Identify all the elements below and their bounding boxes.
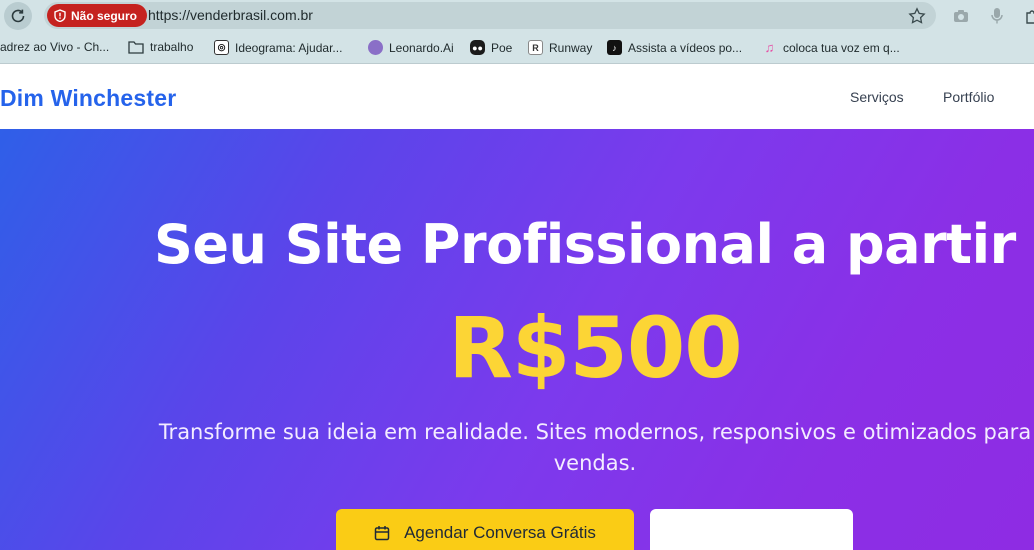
hero-title: Seu Site Profissional a partir de — [154, 213, 1034, 276]
bookmark-item[interactable]: ♪ Assista a vídeos po... — [607, 40, 742, 55]
poe-icon: ●● — [470, 40, 485, 55]
reload-button[interactable] — [4, 2, 32, 30]
nav-link-servicos[interactable]: Serviços — [850, 89, 904, 105]
bookmark-star-button[interactable] — [906, 5, 928, 27]
bookmark-label: Poe — [491, 40, 513, 55]
warning-shield-icon — [54, 9, 66, 22]
bookmarks-bar: Xadrez ao Vivo - Ch... trabalho ◎ Ideogr… — [0, 32, 1034, 64]
tiktok-icon: ♪ — [607, 40, 622, 55]
bookmark-label: coloca tua voz em q... — [783, 40, 900, 55]
url-text[interactable]: https://venderbrasil.com.br — [148, 7, 313, 23]
runway-icon: R — [528, 40, 543, 55]
schedule-call-button[interactable]: Agendar Conversa Grátis — [336, 509, 634, 550]
leonardo-icon — [368, 40, 383, 55]
bookmark-label: Assista a vídeos po... — [628, 40, 743, 55]
address-bar[interactable]: Não seguro https://venderbrasil.com.br — [44, 2, 936, 29]
camera-button[interactable] — [950, 5, 972, 27]
bookmark-label: trabalho — [150, 40, 194, 54]
microphone-button[interactable] — [986, 5, 1008, 27]
bookmark-item[interactable]: Leonardo.Ai — [368, 40, 454, 55]
bookmark-folder[interactable]: trabalho — [128, 40, 193, 54]
security-label: Não seguro — [71, 8, 138, 23]
bookmark-item[interactable]: Xadrez ao Vivo - Ch... — [0, 40, 109, 54]
hero-subtitle: Transforme sua ideia em realidade. Sites… — [158, 420, 1032, 475]
folder-icon — [128, 41, 144, 54]
bookmark-label: Xadrez ao Vivo - Ch... — [0, 40, 110, 54]
reload-icon — [11, 9, 25, 23]
hero-price: R$500 — [448, 299, 742, 397]
puzzle-icon — [1026, 10, 1034, 24]
bookmark-item[interactable]: ●● Poe — [470, 40, 512, 55]
star-icon — [908, 7, 926, 24]
hero-section: Seu Site Profissional a partir de R$500 … — [0, 129, 1034, 550]
site-header: Dim Winchester Serviços Portfólio — [0, 65, 1034, 129]
bookmark-label: Runway — [549, 40, 593, 55]
calendar-icon — [374, 526, 390, 541]
schedule-call-label: Agendar Conversa Grátis — [404, 523, 596, 542]
microphone-icon — [991, 8, 1003, 24]
camera-icon — [954, 10, 968, 22]
brand-logo[interactable]: Dim Winchester — [0, 85, 176, 112]
bookmark-label: Leonardo.Ai — [389, 40, 454, 55]
extensions-button[interactable] — [1022, 5, 1034, 27]
nav-link-portfolio[interactable]: Portfólio — [943, 89, 994, 105]
bookmark-item[interactable]: ♫ coloca tua voz em q... — [762, 40, 900, 55]
bookmark-item[interactable]: ◎ Ideograma: Ajudar... — [214, 40, 342, 55]
secondary-button[interactable] — [650, 509, 853, 550]
ideogram-icon: ◎ — [214, 40, 229, 55]
music-icon: ♫ — [764, 40, 775, 55]
bookmark-label: Ideograma: Ajudar... — [235, 40, 343, 55]
bookmark-item[interactable]: R Runway — [528, 40, 592, 55]
browser-toolbar: Não seguro https://venderbrasil.com.br — [0, 0, 1034, 32]
security-chip[interactable]: Não seguro — [47, 4, 148, 27]
